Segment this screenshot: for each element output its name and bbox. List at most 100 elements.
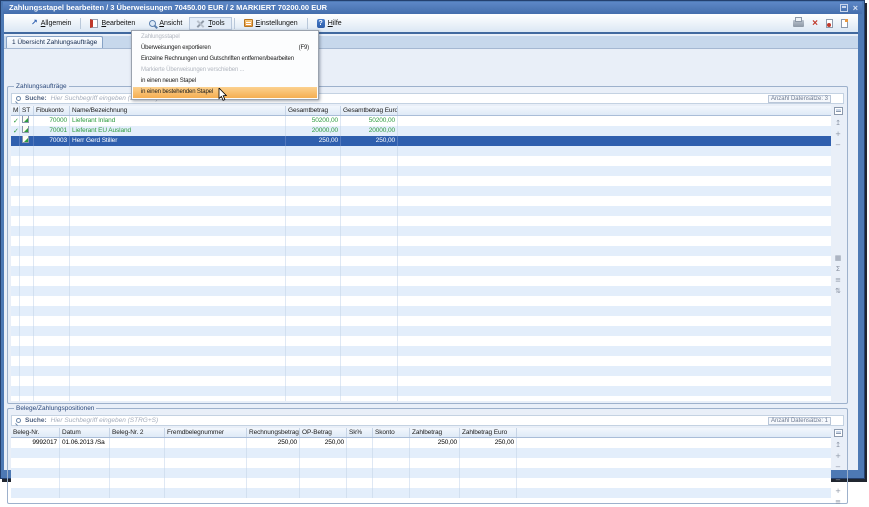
column-chooser-icon[interactable] [834,429,843,437]
side-icon-cluster: −+≡ [832,476,845,507]
table-cell [20,226,34,236]
table-empty-row [11,256,831,266]
plus-icon[interactable]: + [832,487,844,496]
table-row[interactable]: 999201701.06.2013 /Sa250,00250,00250,002… [11,438,831,448]
table-cell [11,376,20,386]
positions-search-input[interactable]: Suche: Hier Suchbegriff eingeben (STRG+S… [11,415,844,426]
grid-icon[interactable]: ▦ [832,254,844,263]
column-header-beleg-nr-2[interactable]: Beleg-Nr. 2 [110,428,165,437]
column-header-name-bezeichnung[interactable]: Name/Bezeichnung [70,106,286,115]
column-header-sk[interactable]: Sk% [347,428,373,437]
menubar-item-einstellungen[interactable]: Einstellungen [237,17,305,29]
table-cell: Lieferant EU Ausland [70,126,286,136]
settings-icon [244,19,253,27]
table-cell-filler [398,336,831,346]
menubar-item-ansicht[interactable]: Ansicht [142,18,189,29]
restore-icon[interactable] [840,4,848,12]
table-cell [410,448,460,458]
menubar-item-allgemein[interactable]: ↗Allgemein [24,17,78,29]
column-chooser-icon[interactable] [834,107,843,115]
table-cell [20,156,34,166]
doc-check-icon[interactable] [826,19,833,28]
doc-new-icon[interactable] [841,19,848,28]
table-empty-row [11,336,831,346]
table-cell [70,376,286,386]
table-cell [70,396,286,401]
column-header-rechnungsbetrag[interactable]: Rechnungsbetrag [247,428,300,437]
list-icon[interactable]: ≡ [832,498,844,507]
table-cell: 20000,00 [341,126,398,136]
table-cell [20,146,34,156]
column-header-beleg-nr[interactable]: Beleg-Nr. [11,428,60,437]
context-menu-item-label: in einen neuen Stapel [141,76,196,87]
column-header-skonto[interactable]: Skonto [373,428,410,437]
printer-icon[interactable] [793,20,804,27]
table-cell [341,206,398,216]
table-empty-row [11,488,831,498]
table-cell [286,346,341,356]
delete-x-icon[interactable]: × [812,19,818,28]
table-cell [286,356,341,366]
column-header-fibukonto[interactable]: Fibukonto [34,106,70,115]
column-header-zahlbetrag[interactable]: Zahlbetrag [410,428,460,437]
table-cell [110,478,165,488]
column-header-op-betrag[interactable]: OP-Betrag [300,428,347,437]
table-cell [34,286,70,296]
context-menu-item-berweisungen-exportieren[interactable]: Überweisungen exportieren(F9) [133,43,317,54]
table-cell-filler [398,176,831,186]
table-cell [70,216,286,226]
table-cell [11,236,20,246]
scroll-top-icon[interactable]: ↥ [832,441,844,450]
table-cell [70,276,286,286]
plus-icon[interactable]: + [832,130,844,139]
table-empty-row [11,356,831,366]
table-cell [20,326,34,336]
table-cell [460,458,517,468]
context-menu-item-in-einen-neuen-stapel[interactable]: in einen neuen Stapel [133,76,317,87]
menubar-item-hilfe[interactable]: Hilfe [310,17,349,30]
table-cell [34,246,70,256]
sum-icon[interactable]: Σ [832,265,844,274]
column-header-datum[interactable]: Datum [60,428,110,437]
menubar-item-tools[interactable]: Tools [189,17,231,30]
minus-icon[interactable]: − [832,463,844,472]
column-header-gesamtbetrag[interactable]: Gesamtbetrag [286,106,341,115]
column-header-fremdbelegnummer[interactable]: Fremdbelegnummer [165,428,247,437]
tab-uebersicht-zahlungsauftraege[interactable]: 1 Übersicht Zahlungsaufträge [6,36,103,48]
scroll-top-icon[interactable]: ↥ [832,119,844,128]
table-cell [34,166,70,176]
table-cell [373,448,410,458]
table-cell-filler [517,448,831,458]
column-header-gesamtbetrag-euro[interactable]: Gesamtbetrag Euro [341,106,398,115]
close-icon[interactable] [853,4,858,12]
plus-icon[interactable]: + [832,452,844,461]
list-icon[interactable]: ≡ [832,276,844,285]
table-row[interactable]: ✓70000Lieferant Inland50200,0050200,00 [11,116,831,126]
menubar-item-label: Einstellungen [256,20,298,27]
menubar-item-bearbeiten[interactable]: Bearbeiten [83,17,142,30]
column-header-m[interactable]: M [11,106,20,115]
positions-table: Beleg-Nr.DatumBeleg-Nr. 2Fremdbelegnumme… [11,428,831,501]
table-cell [70,286,286,296]
column-header-st[interactable]: ST [20,106,34,115]
table-row[interactable]: 70003Herr Gerd Stiller250,00250,00 [11,136,831,146]
table-cell [34,366,70,376]
table-empty-row [11,316,831,326]
table-empty-row [11,396,831,401]
table-cell [11,266,20,276]
column-header-zahlbetrag-euro[interactable]: Zahlbetrag Euro [460,428,517,437]
table-row[interactable]: ✓70001Lieferant EU Ausland20000,0020000,… [11,126,831,136]
table-cell [341,376,398,386]
table-empty-row [11,206,831,216]
table-header: MSTFibukontoName/BezeichnungGesamtbetrag… [11,106,831,116]
menubar-item-label: Hilfe [328,20,342,27]
table-cell [20,296,34,306]
table-cell [341,256,398,266]
context-menu-item-einzelne-rechnungen-und-gutschriften-entfernen-bearbeiten[interactable]: Einzelne Rechnungen und Gutschriften ent… [133,54,317,65]
sort-icon[interactable]: ⇅ [832,287,844,296]
table-cell [347,478,373,488]
table-cell [34,186,70,196]
menubar-item-label: Ansicht [159,20,182,27]
table-cell-filler [517,488,831,498]
minus-icon[interactable]: − [832,141,844,150]
